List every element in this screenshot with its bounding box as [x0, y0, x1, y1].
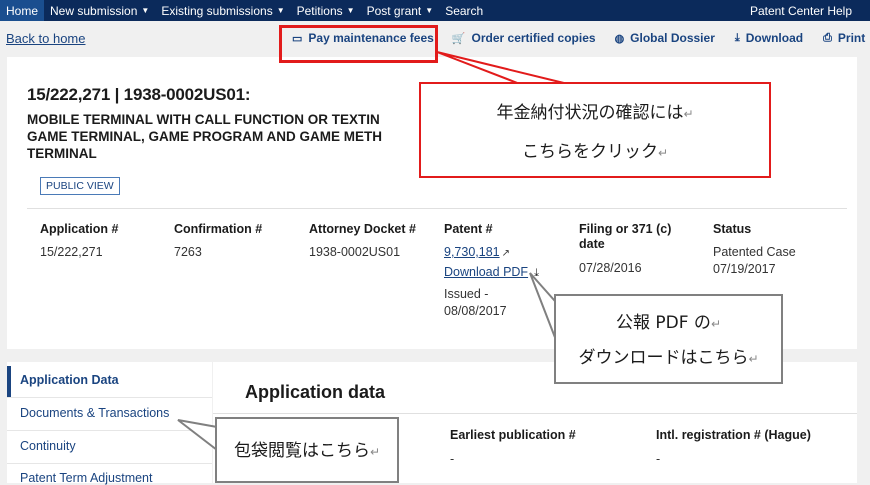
nav-search-label: Search — [445, 3, 484, 18]
field-value: 15/222,271 — [40, 245, 103, 259]
return-mark: ↵ — [710, 317, 721, 331]
public-view-badge: PUBLIC VIEW — [40, 177, 120, 195]
active-indicator — [7, 366, 11, 398]
callout-file-wrapper: 包袋閲覧はこちら↵ — [215, 417, 399, 483]
callout-text: ダウンロードはこちら↵ — [556, 341, 781, 376]
nav-help[interactable]: Patent Center Help — [744, 0, 870, 21]
field-application: Application # 15/222,271 — [40, 222, 118, 259]
sidebar-item-continuity[interactable]: Continuity — [20, 439, 76, 453]
divider — [213, 413, 857, 414]
application-description: MOBILE TERMINAL WITH CALL FUNCTION OR TE… — [27, 111, 427, 162]
callout-line: 年金納付状況の確認には — [496, 103, 684, 123]
return-mark: ↵ — [369, 445, 381, 459]
field-filing-date: Filing or 371 (c) date 07/28/2016 — [579, 222, 689, 275]
return-mark: ↵ — [657, 146, 669, 160]
field-value: 07/28/2016 — [579, 261, 642, 275]
field-value: Patented Case — [713, 245, 796, 259]
callout-text: 公報 PDF の↵ — [556, 306, 781, 341]
highlight-box — [279, 25, 438, 63]
nav-help-label: Patent Center Help — [749, 3, 852, 18]
external-link-icon: ↗ — [501, 248, 510, 259]
field-label: Application # — [40, 222, 119, 236]
field-label: Attorney Docket # — [309, 222, 416, 236]
chevron-down-icon: ▼ — [346, 6, 355, 15]
download-icon: ⤓ — [534, 267, 539, 279]
callout-pay-fees: 年金納付状況の確認には↵ こちらをクリック↵ — [419, 82, 771, 178]
nav-home[interactable]: Home — [0, 0, 45, 21]
divider — [7, 463, 212, 464]
field-attorney-docket: Attorney Docket # 1938-0002US01 — [309, 222, 416, 259]
intl-registration-value: - — [656, 452, 661, 466]
return-mark: ↵ — [748, 352, 759, 366]
download-label: Download — [745, 31, 804, 45]
chevron-down-icon: ▼ — [276, 6, 285, 15]
top-nav: Home New submission ▼ Existing submission… — [0, 0, 870, 21]
field-patent: Patent # 9,730,181 ↗ Download PDF ⤓ Issued… — [444, 222, 539, 320]
nav-new-submission[interactable]: New submission ▼ — [44, 0, 155, 21]
patent-number-row: 9,730,181 ↗ — [444, 245, 539, 259]
callout-line: 包袋閲覧はこちら — [233, 441, 370, 461]
description-line: MOBILE TERMINAL WITH CALL FUNCTION OR TE… — [27, 112, 380, 127]
nav-petitions[interactable]: Petitions ▼ — [291, 0, 361, 21]
dossier-label: Global Dossier — [630, 31, 715, 45]
section-heading: Application data — [245, 382, 386, 402]
description-line: GAME TERMINAL, GAME PROGRAM AND GAME MET… — [27, 129, 382, 144]
nav-search[interactable]: Search — [439, 0, 489, 21]
field-value: 1938-0002US01 — [309, 245, 401, 259]
nav-post-grant[interactable]: Post grant ▼ — [361, 0, 440, 21]
description-line: TERMINAL — [27, 146, 97, 161]
issued-info: Issued - 08/08/2017 — [444, 286, 539, 320]
field-label: Filing or 371 (c) date — [579, 222, 672, 251]
field-value: 7263 — [174, 245, 202, 259]
issued-label: Issued - — [444, 287, 489, 301]
nav-post-grant-label: Post grant — [366, 3, 422, 18]
nav-new-submission-label: New submission — [50, 3, 138, 18]
order-label: Order certified copies — [471, 31, 596, 45]
patent-number-link[interactable]: 9,730,181 — [444, 245, 500, 259]
download-pdf-link[interactable]: Download PDF — [444, 265, 528, 279]
callout-text: 年金納付状況の確認には↵ — [421, 94, 769, 133]
print-label: Print — [837, 31, 866, 45]
divider — [7, 397, 212, 398]
globe-icon: ◍ — [614, 32, 625, 45]
download-pdf-row: Download PDF ⤓ — [444, 265, 539, 280]
callout-line: こちらをクリック — [521, 142, 658, 162]
divider — [7, 430, 212, 431]
sidebar-item-application-data[interactable]: Application Data — [20, 373, 119, 387]
sidebar-item-documents-transactions[interactable]: Documents & Transactions — [20, 406, 169, 420]
cart-icon: 🛒 — [451, 32, 466, 45]
sidebar: Application Data Documents & Transaction… — [7, 362, 212, 485]
nav-home-label: Home — [6, 3, 39, 18]
callout-pdf-download: 公報 PDF の↵ ダウンロードはこちら↵ — [554, 294, 783, 384]
issued-date: 08/08/2017 — [444, 304, 507, 318]
nav-existing-submissions[interactable]: Existing submissions ▼ — [155, 0, 290, 21]
global-dossier-button[interactable]: ◍ Global Dossier — [615, 31, 715, 45]
status-date: 07/19/2017 — [713, 262, 776, 276]
return-mark: ↵ — [683, 107, 694, 121]
callout-line: 公報 PDF の — [616, 313, 711, 333]
field-status: Status Patented Case 07/19/2017 — [713, 222, 796, 276]
order-certified-copies-button[interactable]: 🛒 Order certified copies — [452, 31, 596, 45]
field-label: Patent # — [444, 222, 493, 236]
earliest-publication-value: - — [450, 452, 455, 466]
back-to-home-link[interactable]: Back to home — [6, 31, 86, 46]
field-label: Confirmation # — [174, 222, 263, 236]
printer-icon: ⎙ — [823, 31, 832, 44]
print-button[interactable]: ⎙ Print — [823, 31, 865, 45]
chevron-down-icon: ▼ — [425, 6, 434, 15]
download-icon: ⤓ — [734, 31, 740, 44]
page-title: 15/222,271 | 1938-0002US01: — [27, 85, 251, 104]
field-confirmation: Confirmation # 7263 — [174, 222, 262, 259]
earliest-publication-label: Earliest publication # — [450, 428, 576, 442]
divider — [27, 208, 847, 209]
callout-line: ダウンロードはこちら — [578, 348, 749, 368]
field-label: Status — [713, 222, 752, 236]
intl-registration-label: Intl. registration # (Hague) — [656, 428, 811, 442]
download-button[interactable]: ⤓ Download — [735, 31, 803, 45]
nav-petitions-label: Petitions — [296, 3, 343, 18]
nav-existing-submissions-label: Existing submissions — [161, 3, 273, 18]
chevron-down-icon: ▼ — [141, 6, 150, 15]
callout-text: こちらをクリック↵ — [421, 133, 769, 172]
